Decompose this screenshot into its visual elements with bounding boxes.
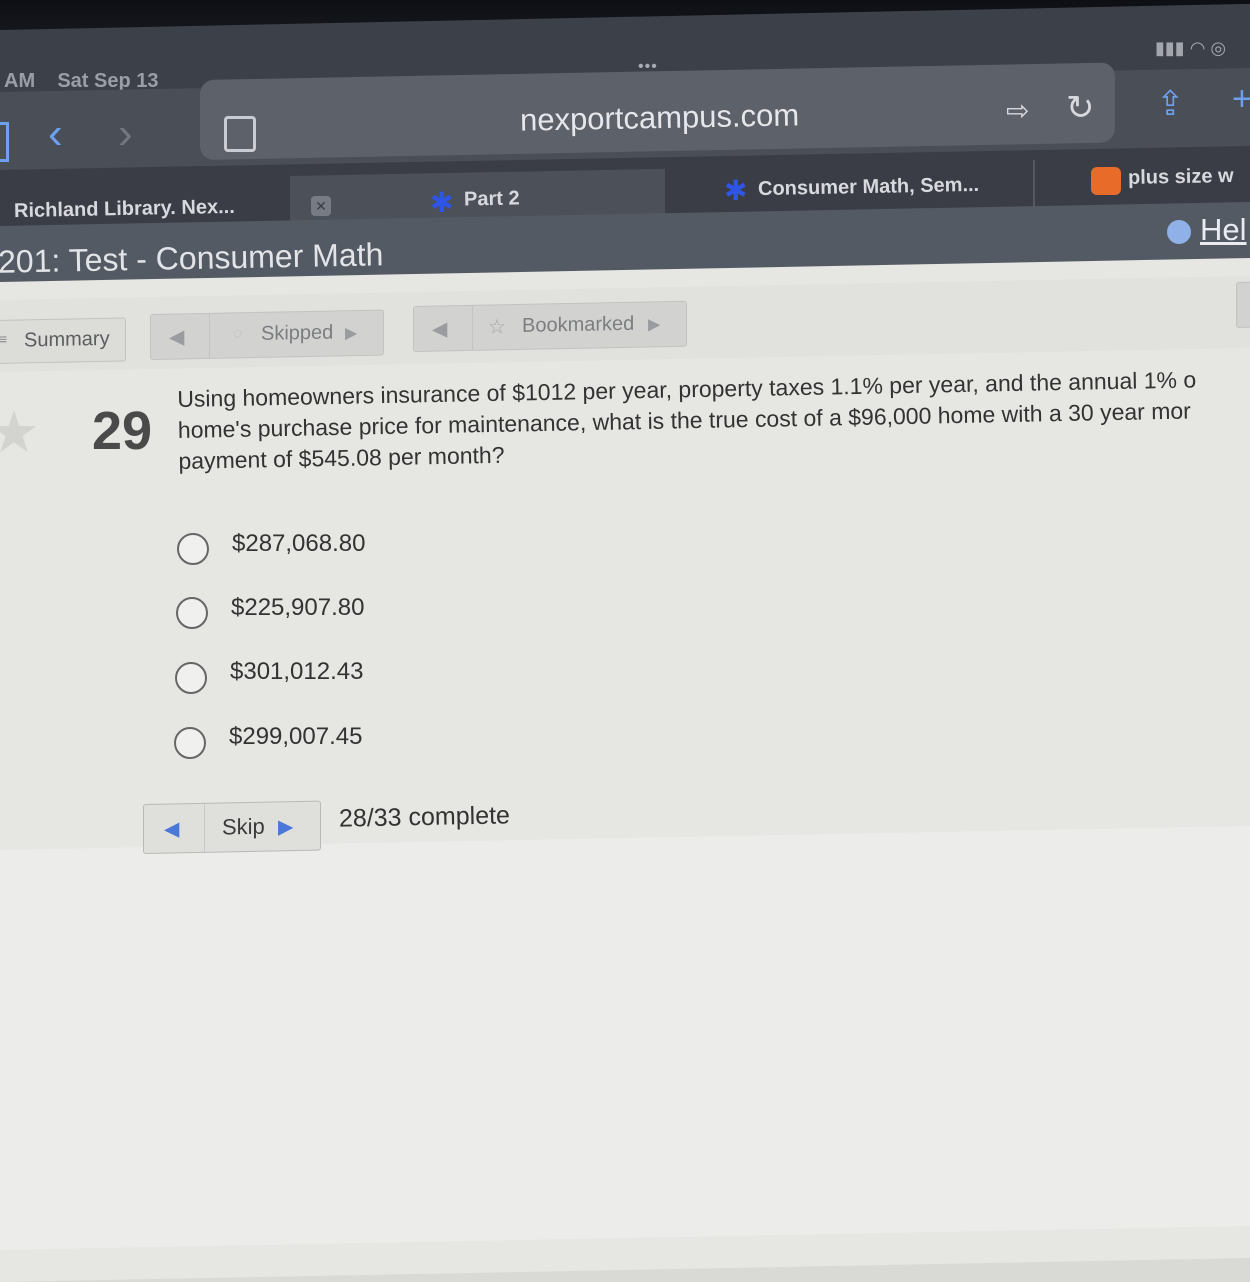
tab-plus-size[interactable]: plus size w xyxy=(1128,165,1234,190)
url-text[interactable]: nexportcampus.com xyxy=(520,97,800,138)
tab-consumer-math[interactable]: Consumer Math, Sem... xyxy=(758,174,980,201)
tab-divider xyxy=(1033,160,1035,208)
summary-label: Summary xyxy=(24,327,110,352)
option-label-2[interactable]: $225,907.80 xyxy=(231,594,364,622)
reload-icon[interactable]: ↻ xyxy=(1066,88,1095,128)
divider xyxy=(209,313,210,358)
summary-icon: ≡ xyxy=(0,330,8,347)
option-label-4[interactable]: $299,007.45 xyxy=(229,723,362,751)
option-radio-1[interactable] xyxy=(177,533,209,565)
skipped-prev-button[interactable]: ◀ xyxy=(169,324,184,349)
summary-button[interactable]: ≡ Summary xyxy=(0,317,126,364)
divider xyxy=(204,803,205,852)
skipped-nav: ◀ ◌ Skipped ▶ xyxy=(150,309,384,360)
back-button[interactable]: ‹ xyxy=(48,112,63,156)
sidebar-toggle-icon[interactable] xyxy=(0,122,9,162)
share-icon[interactable]: ⇪ xyxy=(1156,84,1185,124)
divider xyxy=(472,305,473,350)
option-radio-4[interactable] xyxy=(174,727,206,759)
page-lower-area xyxy=(0,825,1250,1250)
forward-button[interactable]: › xyxy=(118,112,133,156)
tab-favicon-star-icon: ✱ xyxy=(430,187,454,218)
skipped-label: Skipped xyxy=(261,321,334,345)
tab-overview-icon[interactable] xyxy=(224,116,256,152)
reader-mode-icon[interactable]: ⇨ xyxy=(1006,94,1029,127)
tab-favicon-star-icon: ✱ xyxy=(724,175,748,206)
skip-control: ◀ Skip ▶ xyxy=(143,800,321,854)
signal-wifi-icon: ▮▮▮ ◠ ◎ xyxy=(1155,38,1227,58)
option-radio-3[interactable] xyxy=(175,662,207,694)
skipped-icon: ◌ xyxy=(233,325,243,343)
close-tab-icon[interactable]: ✕ xyxy=(311,196,331,216)
option-label-1[interactable]: $287,068.80 xyxy=(232,530,365,558)
bookmark-question-star-icon[interactable]: ★ xyxy=(0,398,40,466)
tab-part-2[interactable]: Part 2 xyxy=(464,187,520,211)
help-icon[interactable] xyxy=(1167,220,1191,244)
bookmarked-label: Bookmarked xyxy=(522,312,635,337)
new-tab-icon[interactable]: + xyxy=(1232,80,1250,119)
option-label-3[interactable]: $301,012.43 xyxy=(230,658,363,686)
bookmarked-prev-button[interactable]: ◀ xyxy=(432,316,447,341)
bookmarked-nav: ◀ ☆ Bookmarked ▶ xyxy=(413,300,687,352)
option-radio-2[interactable] xyxy=(176,597,208,629)
status-time-value: AM xyxy=(4,70,36,92)
tab-favicon-icon xyxy=(1091,167,1121,195)
next-question-button[interactable]: ▶ xyxy=(278,814,293,839)
question-number: 29 xyxy=(92,401,153,461)
help-link[interactable]: Hel xyxy=(1200,212,1247,248)
progress-status: 28/33 complete xyxy=(338,801,511,833)
bookmarked-next-button[interactable]: ▶ xyxy=(648,314,660,334)
bookmark-star-icon: ☆ xyxy=(488,316,506,339)
skipped-next-button[interactable]: ▶ xyxy=(345,323,357,343)
page-title: 201: Test - Consumer Math xyxy=(0,236,384,280)
tab-richland-library[interactable]: Richland Library. Nex... xyxy=(14,196,235,223)
skip-button[interactable]: Skip xyxy=(222,814,265,841)
toolbar-right-stub xyxy=(1236,281,1250,328)
previous-question-button[interactable]: ◀ xyxy=(164,816,179,841)
